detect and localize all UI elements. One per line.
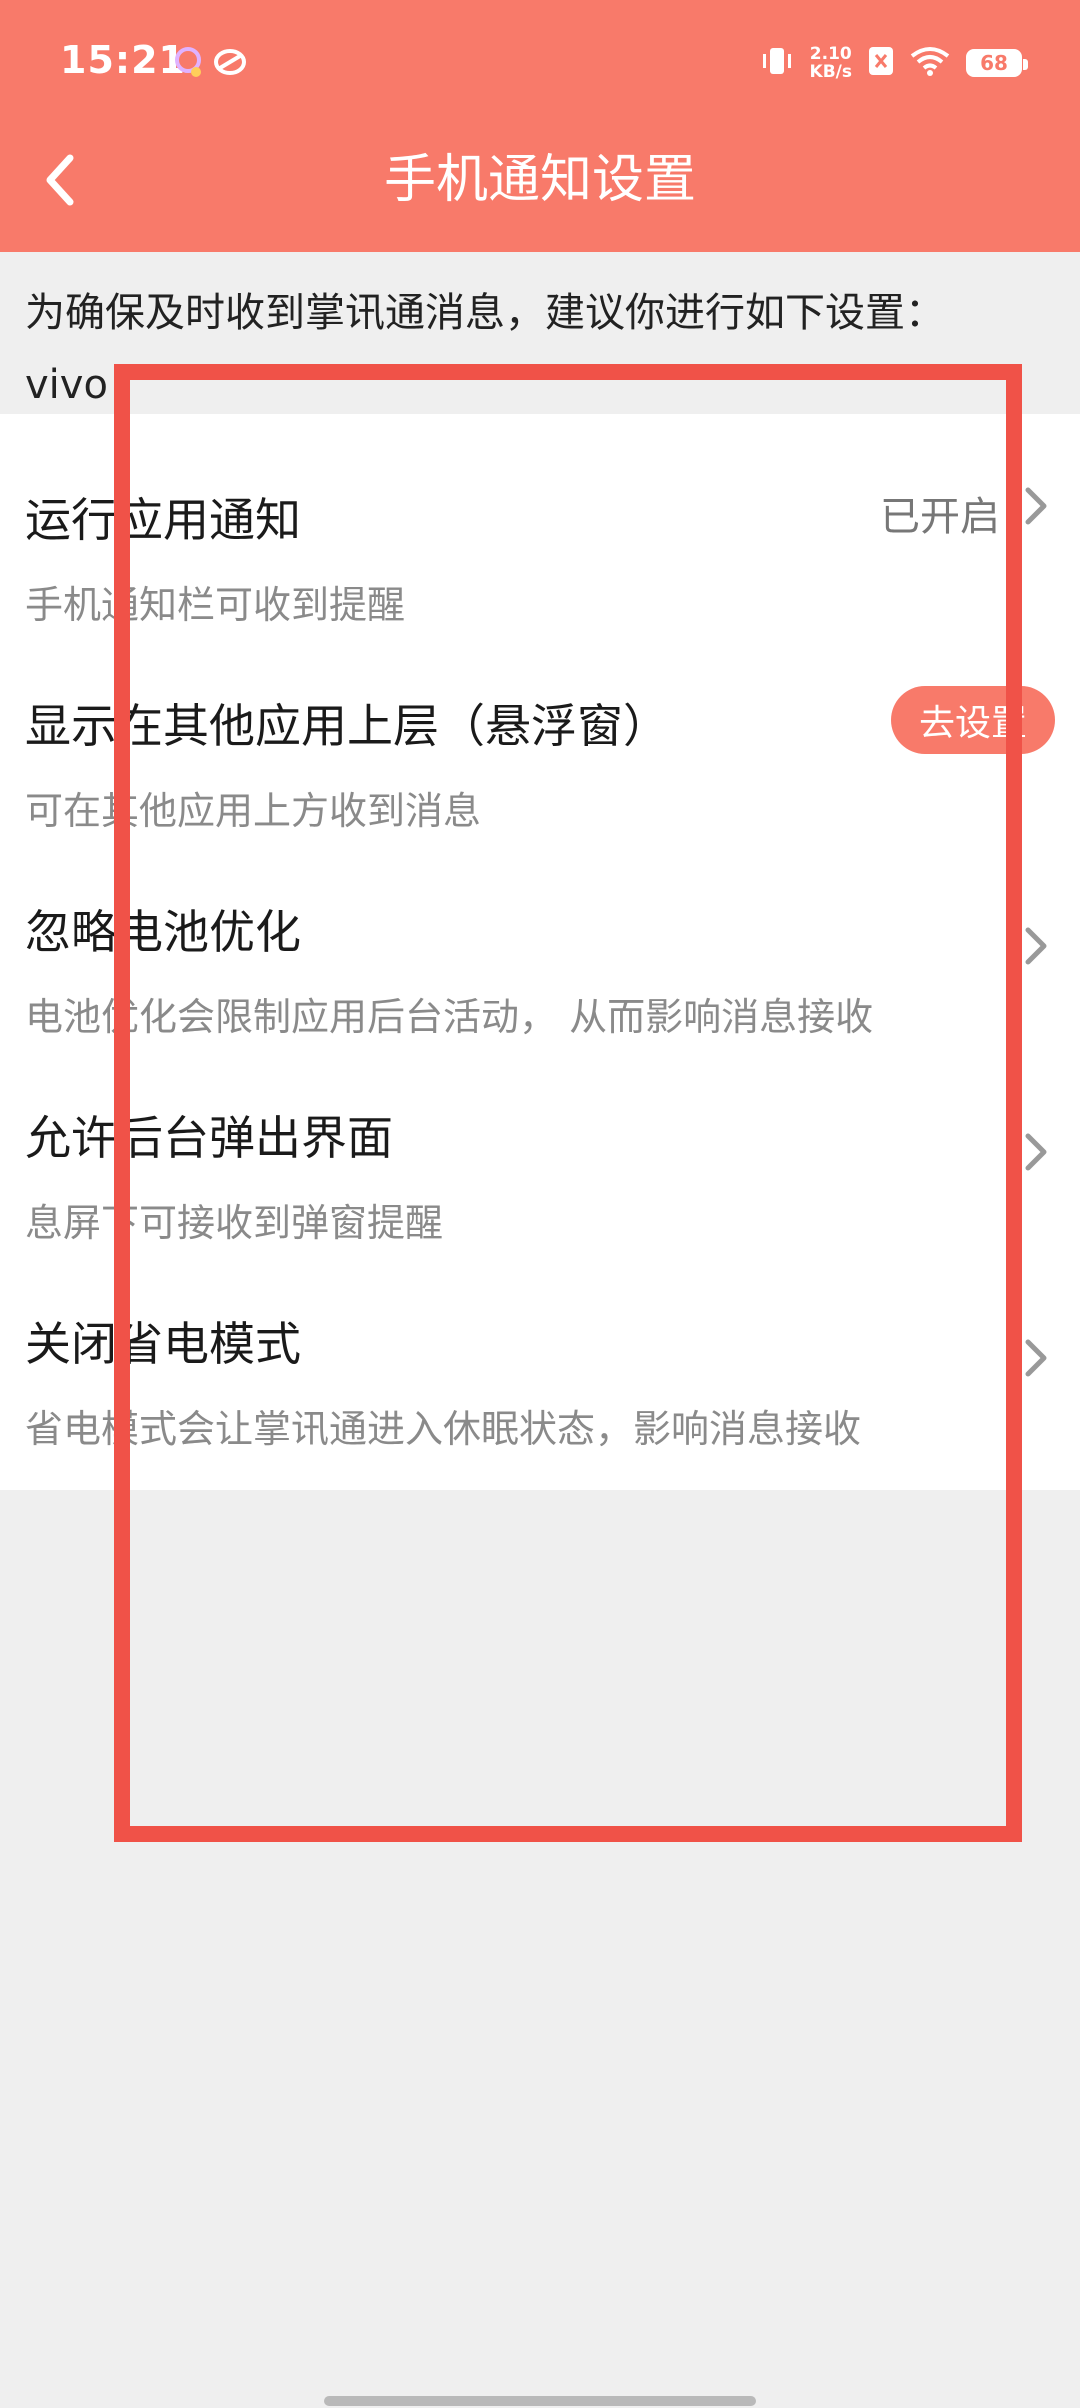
chevron-right-icon [1025, 1339, 1047, 1377]
status-right-group: 2.10 KB/s 68 [760, 40, 1028, 86]
status-bar: 15:21 2.10 KB/s 68 [0, 0, 1080, 130]
no-sim-icon [868, 46, 894, 80]
chevron-right-icon [1025, 927, 1047, 965]
chevron-right-icon [1025, 487, 1047, 525]
net-speed-value: 2.10 [809, 44, 852, 64]
notification-app-icon [170, 44, 206, 80]
app-header: 15:21 2.10 KB/s 68 手机通知设置 [0, 0, 1080, 252]
net-speed: 2.10 KB/s [810, 45, 852, 81]
chevron-right-icon [1025, 1133, 1047, 1171]
home-indicator[interactable] [324, 2396, 756, 2406]
page-title: 手机通知设置 [383, 150, 696, 210]
sync-icon [212, 44, 248, 80]
wifi-icon [910, 46, 950, 80]
net-speed-unit: KB/s [809, 62, 852, 82]
battery-icon: 68 [966, 49, 1028, 77]
device-brand-label: vivo [25, 362, 108, 408]
notice-text: 为确保及时收到掌讯通消息，建议你进行如下设置： [25, 290, 945, 336]
highlight-box [114, 364, 1022, 1842]
status-time: 15:21 [60, 38, 186, 82]
vibrate-icon [760, 44, 794, 82]
